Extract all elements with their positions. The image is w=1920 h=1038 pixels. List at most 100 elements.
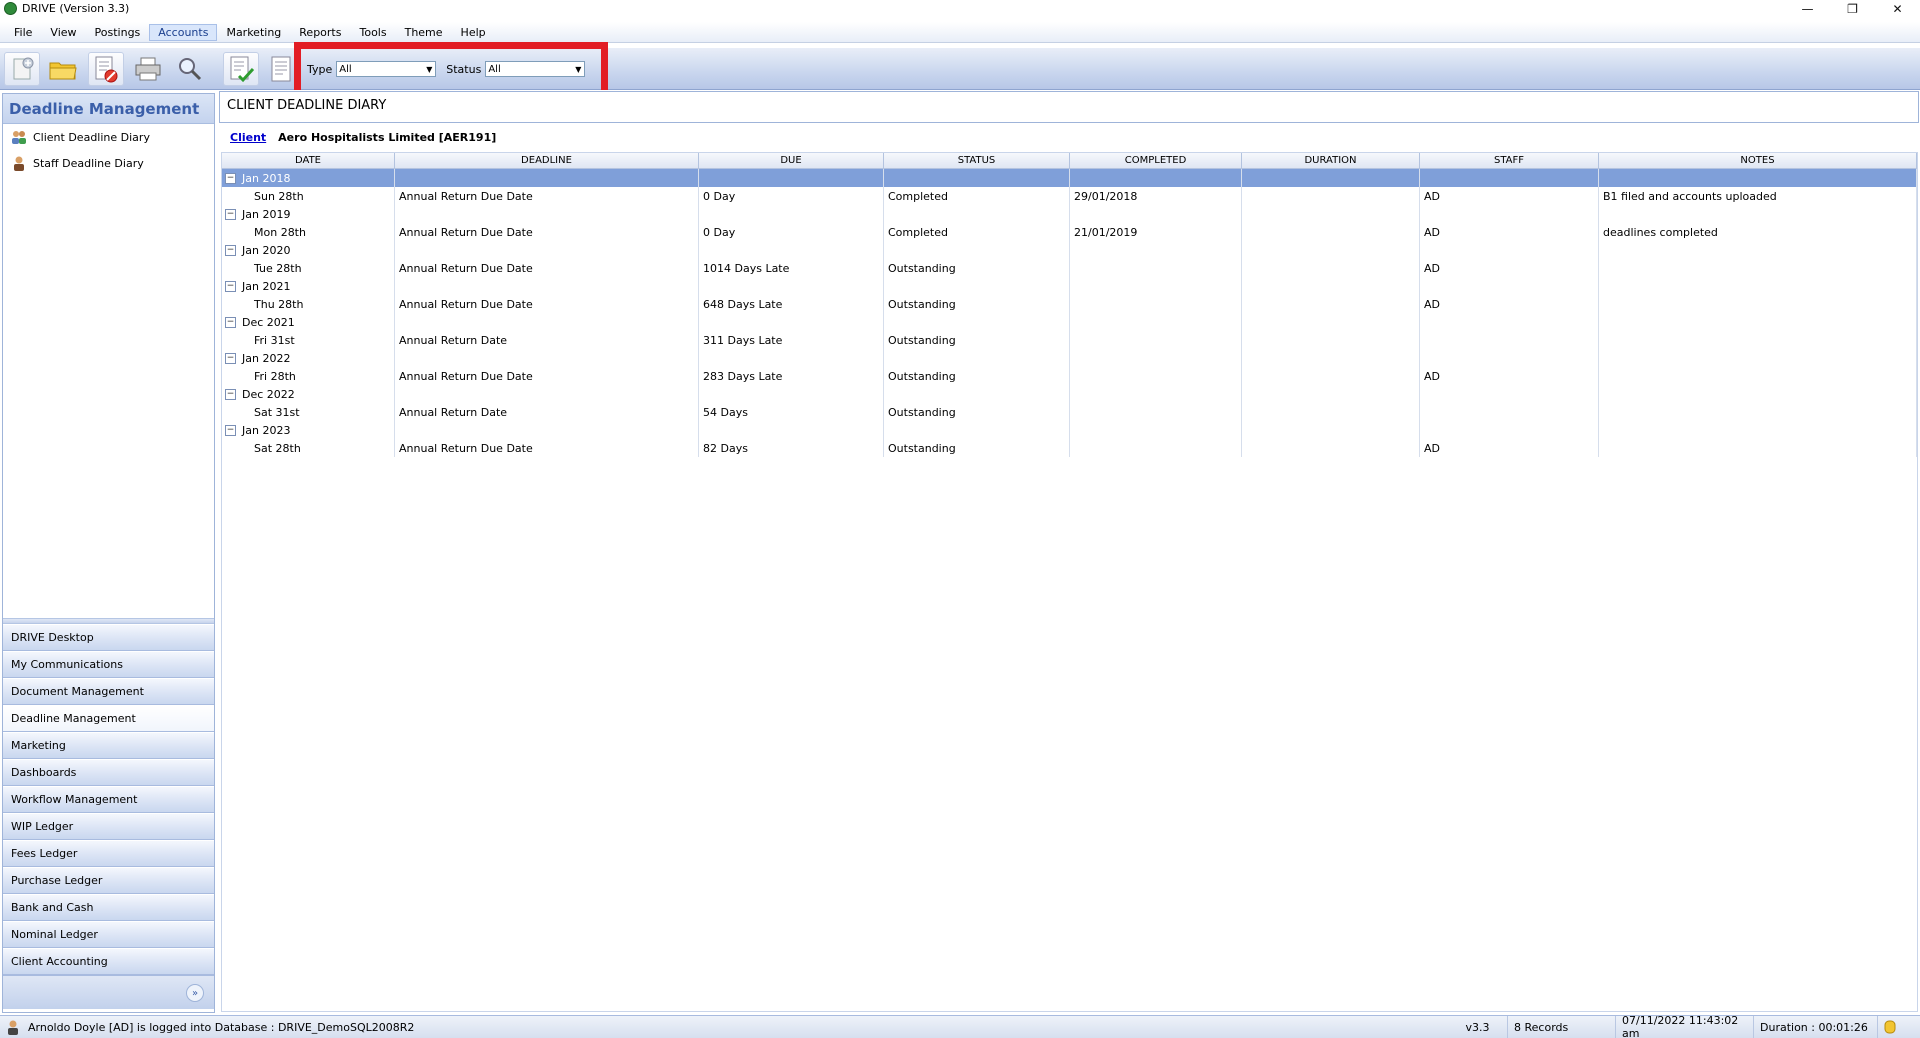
table-row[interactable]: Sat 28th Annual Return Due Date 82 Days Out… <box>222 439 1917 457</box>
nav-client-accounting[interactable]: Client Accounting <box>3 948 214 975</box>
table-row[interactable]: Fri 28th Annual Return Due Date 283 Days L… <box>222 367 1917 385</box>
menu-help[interactable]: Help <box>452 24 495 41</box>
nav-my-communications[interactable]: My Communications <box>3 651 214 678</box>
nav-document-management[interactable]: Document Management <box>3 678 214 705</box>
column-header-deadline[interactable]: DEADLINE <box>395 153 699 168</box>
print-button[interactable] <box>130 52 166 86</box>
table-row[interactable]: Thu 28th Annual Return Due Date 648 Days L… <box>222 295 1917 313</box>
sidebar-footer: » <box>3 975 214 1009</box>
group-row[interactable]: − Jan 2018 <box>222 169 1917 187</box>
restore-button[interactable]: ❐ <box>1830 0 1875 17</box>
nav-dashboards[interactable]: Dashboards <box>3 759 214 786</box>
user-icon <box>11 155 27 171</box>
cell-duration <box>1242 295 1420 313</box>
sidebar-link-staff-deadline-diary[interactable]: Staff Deadline Diary <box>3 150 214 176</box>
group-row[interactable]: − Jan 2020 <box>222 241 1917 259</box>
group-cell <box>884 349 1070 367</box>
column-header-completed[interactable]: COMPLETED <box>1070 153 1242 168</box>
table-row[interactable]: Mon 28th Annual Return Due Date 0 Day Compl… <box>222 223 1917 241</box>
client-link[interactable]: Client <box>230 131 266 144</box>
cell-deadline: Annual Return Due Date <box>395 223 699 241</box>
menu-theme[interactable]: Theme <box>396 24 452 41</box>
type-label: Type <box>307 62 333 76</box>
nav-fees-ledger[interactable]: Fees Ledger <box>3 840 214 867</box>
collapse-icon[interactable]: − <box>225 388 236 400</box>
table-row[interactable]: Sun 28th Annual Return Due Date 0 Day Compl… <box>222 187 1917 205</box>
cell-date: Fri 31st <box>222 331 395 349</box>
table-row[interactable]: Fri 31st Annual Return Date 311 Days Late O… <box>222 331 1917 349</box>
collapse-icon[interactable]: − <box>225 316 236 328</box>
group-row[interactable]: − Jan 2022 <box>222 349 1917 367</box>
nav-wip-ledger[interactable]: WIP Ledger <box>3 813 214 840</box>
collapse-icon[interactable]: − <box>225 244 236 256</box>
group-cell <box>1070 205 1242 223</box>
cell-deadline: Annual Return Due Date <box>395 295 699 313</box>
group-cell <box>395 241 699 259</box>
report-button[interactable] <box>266 52 296 86</box>
group-cell <box>1242 205 1420 223</box>
sidebar-link-client-deadline-diary[interactable]: Client Deadline Diary <box>3 124 214 150</box>
group-row[interactable]: − Jan 2021 <box>222 277 1917 295</box>
menu-tools[interactable]: Tools <box>350 24 395 41</box>
collapse-icon[interactable]: − <box>225 280 236 292</box>
chevron-down-icon[interactable]: ▼ <box>572 62 584 76</box>
table-row[interactable]: Tue 28th Annual Return Due Date 1014 Days … <box>222 259 1917 277</box>
status-label: Status <box>446 62 482 76</box>
cell-date: Mon 28th <box>222 223 395 241</box>
expand-icon[interactable]: » <box>186 984 204 1002</box>
collapse-icon[interactable]: − <box>225 352 236 364</box>
toolbar <box>0 48 1920 90</box>
new-deadline-button[interactable] <box>4 52 40 86</box>
status-select[interactable]: All ▼ <box>485 61 586 77</box>
nav-purchase-ledger[interactable]: Purchase Ledger <box>3 867 214 894</box>
chevron-down-icon[interactable]: ▼ <box>423 62 435 76</box>
group-cell <box>1070 277 1242 295</box>
search-button[interactable] <box>172 52 208 86</box>
nav-nominal-ledger[interactable]: Nominal Ledger <box>3 921 214 948</box>
close-button[interactable]: ✕ <box>1875 0 1920 17</box>
new-document-icon <box>13 57 34 80</box>
column-header-duration[interactable]: DURATION <box>1242 153 1420 168</box>
column-header-staff[interactable]: STAFF <box>1420 153 1599 168</box>
group-row[interactable]: − Jan 2019 <box>222 205 1917 223</box>
nav-deadline-management[interactable]: Deadline Management <box>3 705 214 732</box>
group-cell <box>884 241 1070 259</box>
nav-marketing[interactable]: Marketing <box>3 732 214 759</box>
delete-deadline-button[interactable] <box>88 52 124 86</box>
nav-workflow-management[interactable]: Workflow Management <box>3 786 214 813</box>
group-row[interactable]: − Dec 2022 <box>222 385 1917 403</box>
cell-date: Tue 28th <box>222 259 395 277</box>
cell-completed <box>1070 331 1242 349</box>
column-header-status[interactable]: STATUS <box>884 153 1070 168</box>
column-header-date[interactable]: DATE <box>222 153 395 168</box>
group-label: Jan 2022 <box>242 351 291 365</box>
menu-file[interactable]: File <box>5 24 41 41</box>
column-header-notes[interactable]: NOTES <box>1599 153 1917 168</box>
menu-postings[interactable]: Postings <box>86 24 150 41</box>
menu-accounts[interactable]: Accounts <box>149 23 218 41</box>
group-row[interactable]: − Jan 2023 <box>222 421 1917 439</box>
group-cell <box>699 313 884 331</box>
table-row[interactable]: Sat 31st Annual Return Date 54 Days Outstan… <box>222 403 1917 421</box>
collapse-icon[interactable]: − <box>225 424 236 436</box>
menu-reports[interactable]: Reports <box>290 24 350 41</box>
nav-drive-desktop[interactable]: DRIVE Desktop <box>3 624 214 651</box>
group-cell <box>1242 349 1420 367</box>
minimize-button[interactable]: — <box>1785 0 1830 17</box>
cell-staff: AD <box>1420 259 1599 277</box>
complete-deadline-button[interactable] <box>223 52 259 86</box>
menu-bar: File View Postings Accounts Marketing Re… <box>0 22 1920 43</box>
column-header-due[interactable]: DUE <box>699 153 884 168</box>
group-row[interactable]: − Dec 2021 <box>222 313 1917 331</box>
collapse-icon[interactable]: − <box>225 172 236 184</box>
menu-view[interactable]: View <box>41 24 85 41</box>
type-select[interactable]: All ▼ <box>336 61 437 77</box>
menu-marketing[interactable]: Marketing <box>217 24 290 41</box>
group-cell <box>1070 421 1242 439</box>
nav-bank-and-cash[interactable]: Bank and Cash <box>3 894 214 921</box>
collapse-icon[interactable]: − <box>225 208 236 220</box>
group-cell <box>1420 277 1599 295</box>
cell-duration <box>1242 439 1420 457</box>
open-folder-button[interactable] <box>45 52 81 86</box>
group-cell <box>1070 385 1242 403</box>
